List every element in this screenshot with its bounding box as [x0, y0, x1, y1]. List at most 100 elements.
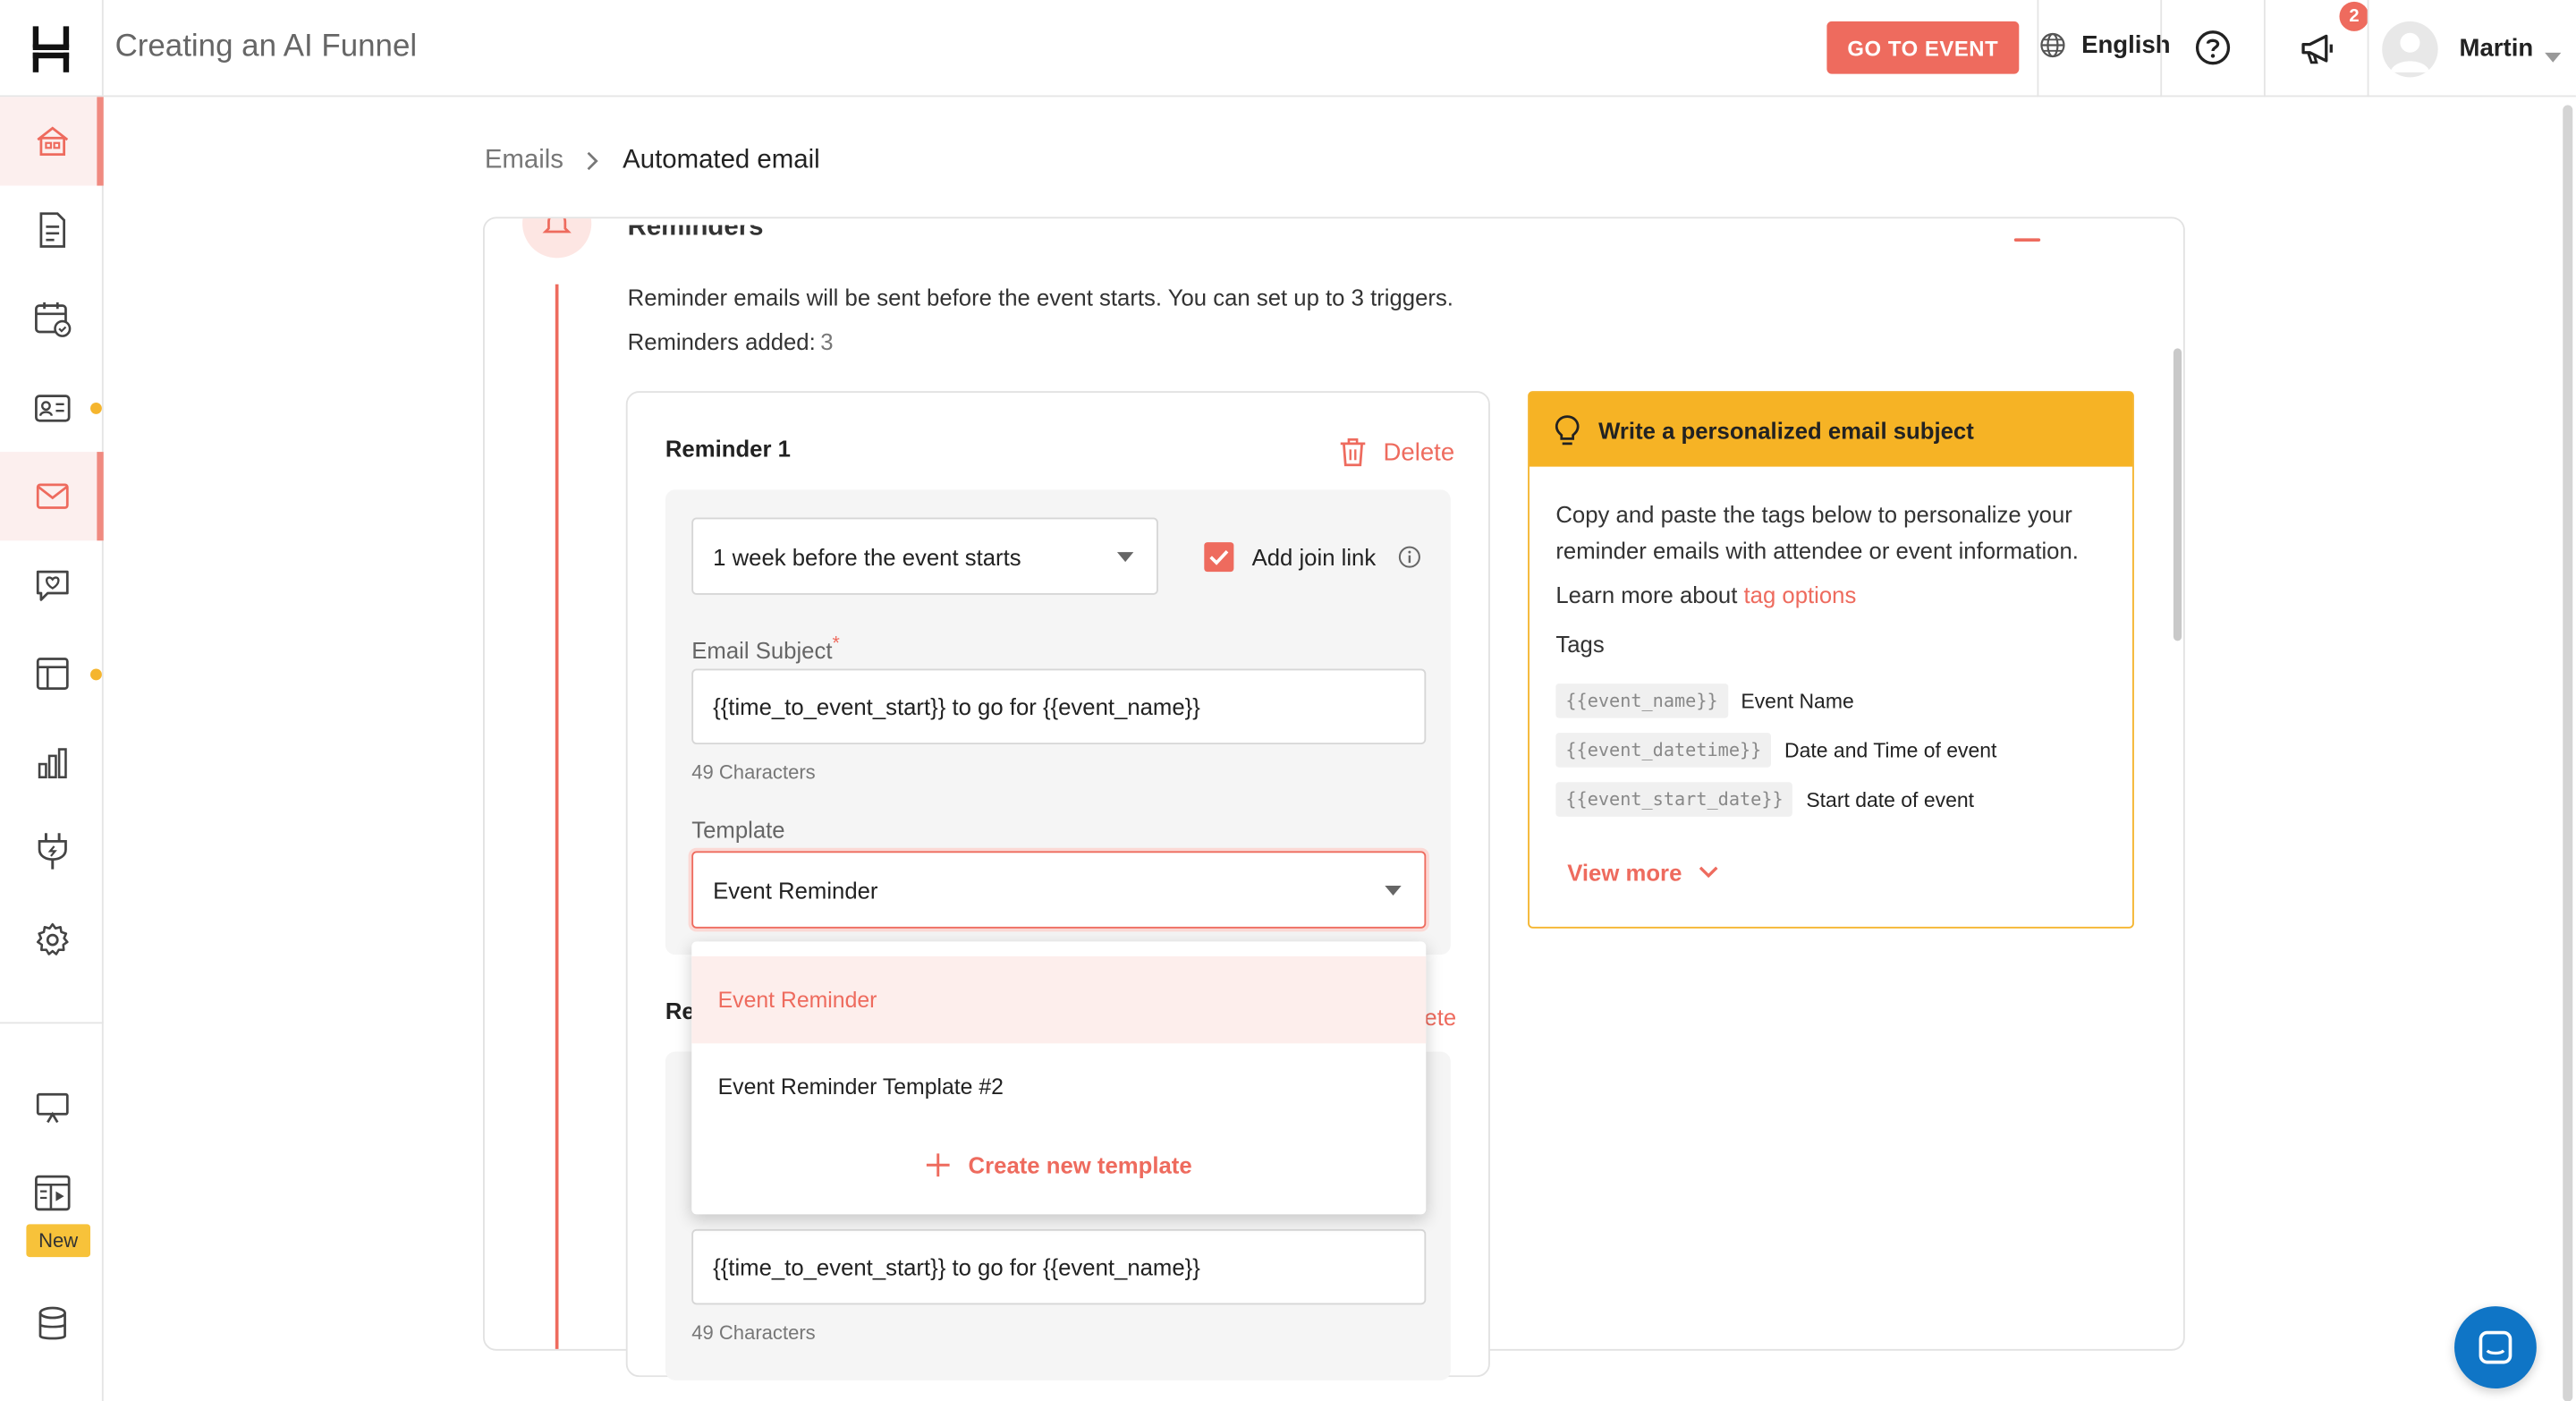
chat-heart-icon [35, 570, 68, 601]
tag-code[interactable]: {{event_start_date}} [1555, 782, 1793, 817]
go-to-event-button[interactable]: GO TO EVENT [1826, 21, 2020, 74]
collapse-icon[interactable] [2013, 238, 2041, 242]
timing-value: 1 week before the event starts [713, 543, 1021, 570]
tag-description: Start date of event [1806, 787, 1974, 811]
database-icon [38, 1306, 66, 1340]
divider [2263, 0, 2266, 98]
reminders-description: Reminder emails will be sent before the … [627, 284, 1453, 311]
card-scrollbar[interactable] [2173, 348, 2182, 641]
layout-icon [35, 658, 68, 690]
home-icon [36, 126, 68, 157]
sidebar-item-calendar[interactable] [0, 275, 104, 363]
tag-description: Date and Time of event [1784, 738, 1997, 762]
sidebar-item-layout[interactable] [0, 629, 104, 717]
logo-icon [32, 25, 70, 72]
timing-select[interactable]: 1 week before the event starts [691, 517, 1158, 595]
bar-chart-icon [37, 748, 66, 779]
breadcrumb-emails-link[interactable]: Emails [485, 146, 564, 175]
required-marker: * [832, 633, 840, 655]
create-template-button[interactable]: Create new template [691, 1145, 1426, 1184]
add-join-link-label[interactable]: Add join link [1252, 544, 1377, 570]
tip-learn-prefix: Learn more about [1555, 582, 1738, 608]
view-more-label: View more [1567, 859, 1682, 886]
template-option[interactable]: Event Reminder [691, 955, 1427, 1044]
tip-title: Write a personalized email subject [1598, 416, 1974, 443]
top-bar: Creating an AI Funnel GO TO EVENT Englis… [0, 0, 2576, 98]
page-scrollbar[interactable] [2563, 105, 2573, 1401]
language-label: English [2081, 30, 2171, 60]
sidebar-notification-dot [90, 668, 102, 681]
plus-icon [927, 1153, 951, 1177]
email-subject-input[interactable]: {{time_to_event_start}} to go for {{even… [691, 668, 1427, 745]
announcements-button[interactable] [2299, 28, 2338, 75]
tags-label: Tags [1555, 631, 1605, 658]
create-template-label: Create new template [968, 1151, 1192, 1178]
page-title: Creating an AI Funnel [114, 30, 418, 64]
mail-icon [35, 483, 68, 509]
add-join-link-checkbox[interactable] [1204, 542, 1234, 573]
sidebar-item-emails[interactable] [0, 452, 104, 541]
divider [2367, 0, 2369, 98]
tag-code[interactable]: {{event_name}} [1555, 684, 1728, 718]
sidebar-item-engagement[interactable] [0, 540, 104, 629]
sidebar: New [0, 97, 104, 1401]
template-label: Template [691, 816, 785, 844]
help-button[interactable] [2195, 30, 2231, 74]
new-badge: New [26, 1224, 91, 1258]
sidebar-divider [0, 1022, 104, 1024]
tag-row: {{event_datetime}} Date and Time of even… [1555, 733, 1996, 768]
trash-icon [1340, 438, 1366, 467]
reminders-added: Reminders added: 3 [628, 328, 834, 354]
chevron-down-icon [1385, 885, 1402, 896]
sidebar-item-documents[interactable] [0, 186, 104, 275]
template-option[interactable]: Event Reminder Template #2 [691, 1043, 1426, 1130]
chevron-down-icon [1699, 866, 1718, 879]
chat-support-button[interactable] [2454, 1306, 2537, 1389]
megaphone-icon [2301, 34, 2333, 64]
sidebar-item-presentation[interactable] [0, 1063, 104, 1151]
email-subject-label-text: Email Subject [691, 637, 833, 664]
tip-card: Write a personalized email subject Copy … [1528, 391, 2134, 929]
chevron-down-icon[interactable] [2545, 43, 2562, 72]
reminder-2-subject-input[interactable]: {{time_to_event_start}} to go for {{even… [691, 1228, 1427, 1305]
presentation-icon [35, 1092, 68, 1124]
sidebar-item-contacts[interactable] [0, 363, 104, 452]
lightbulb-icon [1555, 414, 1580, 445]
divider [2160, 0, 2163, 98]
reminder-2-title: Re [665, 997, 695, 1024]
sidebar-item-database[interactable] [0, 1280, 104, 1369]
template-value: Event Reminder [713, 876, 878, 904]
template-select[interactable]: Event Reminder [691, 851, 1427, 929]
app-logo[interactable] [0, 0, 104, 98]
info-icon[interactable] [1398, 546, 1421, 577]
tag-row: {{event_name}} Event Name [1555, 684, 1854, 718]
reminders-added-label: Reminders added: [627, 328, 816, 355]
sidebar-item-integrations[interactable] [0, 807, 104, 896]
check-icon [1209, 549, 1229, 565]
calendar-icon [34, 301, 71, 337]
reminder-2-delete-button[interactable]: ete [1424, 1004, 1456, 1030]
tag-row: {{event_start_date}} Start date of event [1555, 782, 1974, 817]
tag-code[interactable]: {{event_datetime}} [1555, 733, 1772, 768]
sidebar-item-analytics[interactable] [0, 718, 104, 807]
language-selector[interactable]: English [2038, 30, 2171, 60]
chat-icon [2479, 1330, 2512, 1364]
tag-description: Event Name [1741, 689, 1854, 713]
breadcrumb-current: Automated email [623, 146, 820, 174]
delete-reminder-button[interactable]: Delete [1339, 437, 1454, 467]
notification-badge: 2 [2339, 1, 2369, 31]
tag-options-link[interactable]: tag options [1744, 582, 1857, 607]
user-name[interactable]: Martin [2460, 35, 2534, 63]
bell-icon [542, 218, 572, 234]
reminder-1-title: Reminder 1 [665, 435, 791, 463]
video-layout-icon [34, 1175, 70, 1211]
breadcrumb: Emails Automated email [485, 146, 820, 175]
sidebar-item-home[interactable] [0, 97, 104, 186]
document-icon [38, 212, 65, 248]
reminders-added-count: 3 [820, 328, 834, 355]
chevron-down-icon [1116, 551, 1134, 562]
view-more-button[interactable]: View more [1567, 860, 1718, 886]
sidebar-item-settings[interactable] [0, 896, 104, 984]
avatar[interactable] [2382, 21, 2438, 78]
chevron-right-icon [587, 151, 598, 171]
